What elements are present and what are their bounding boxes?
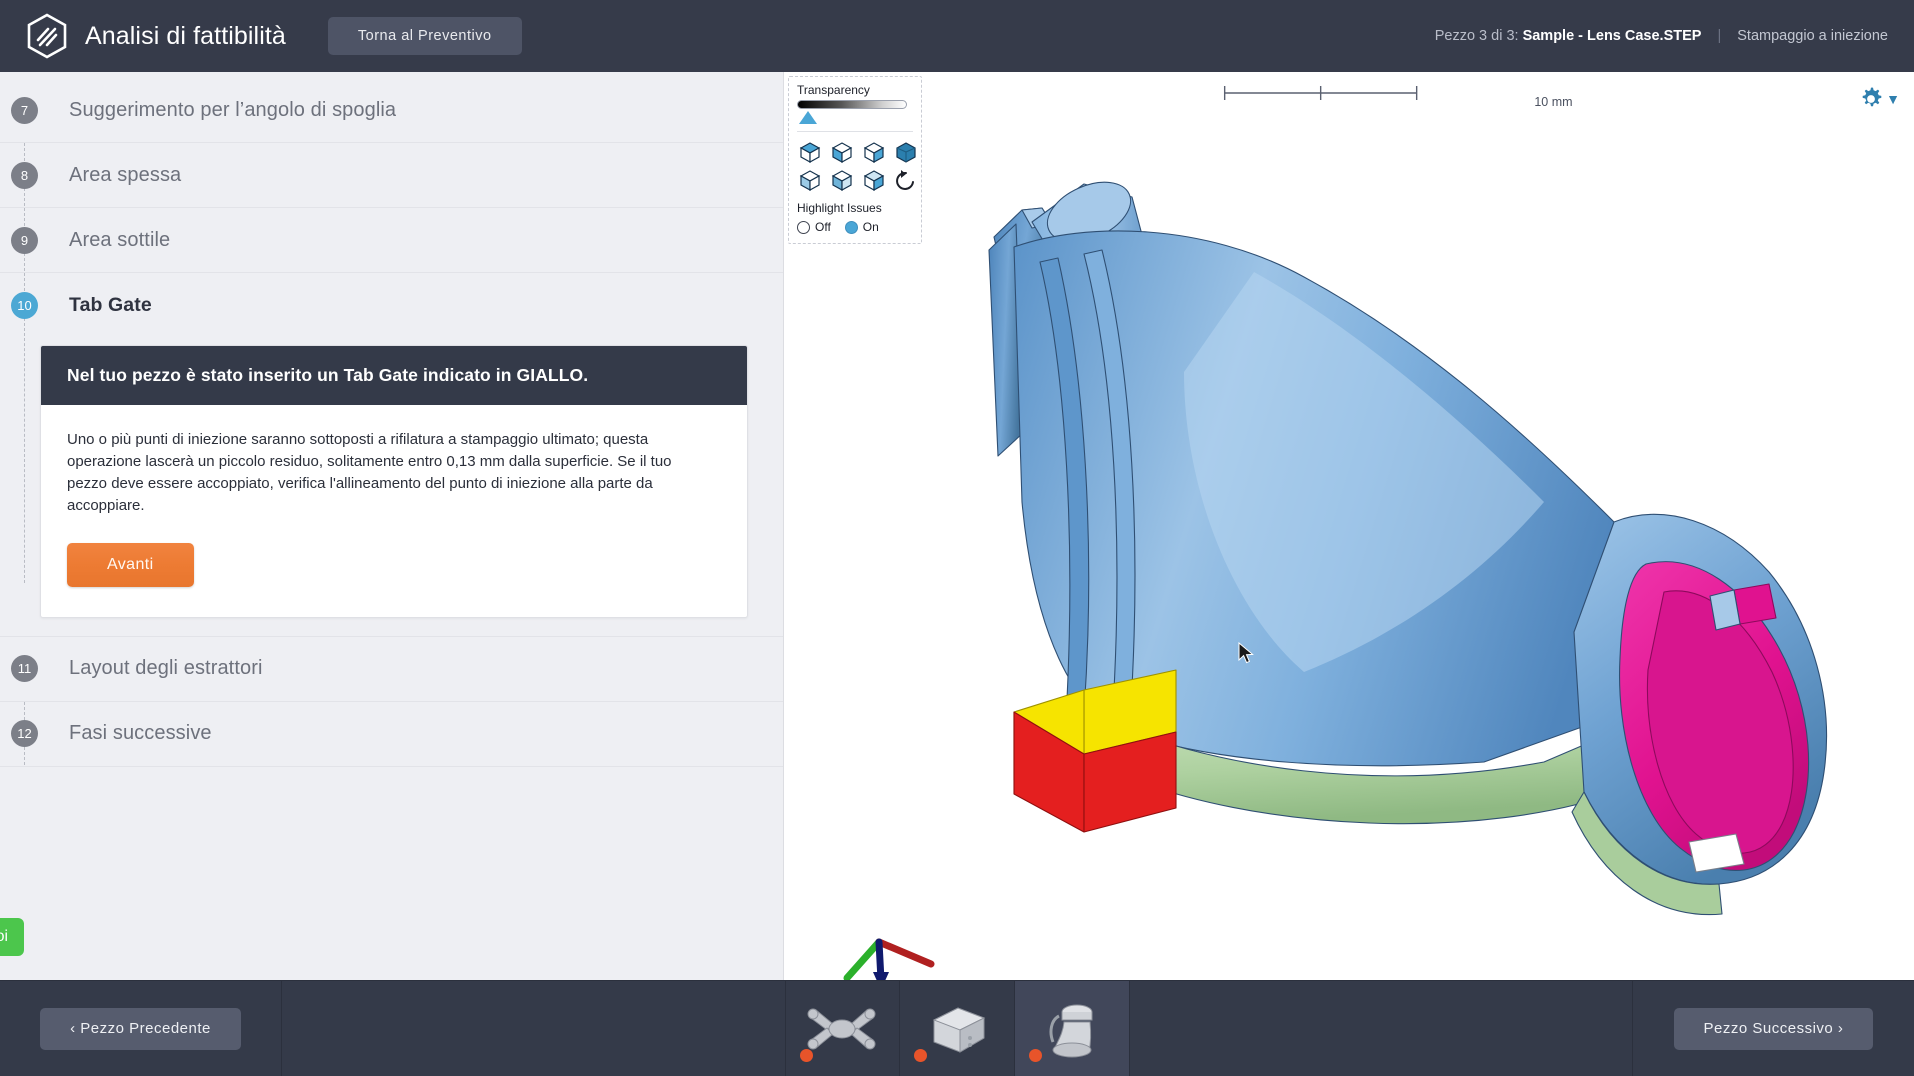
- scale-bar: 10 mm: [1221, 82, 1580, 111]
- reset-view-icon[interactable]: [893, 168, 919, 192]
- avanti-button[interactable]: Avanti: [67, 542, 194, 587]
- status-dot: [799, 1049, 813, 1062]
- status-dot: [913, 1049, 927, 1062]
- transparency-slider[interactable]: [797, 100, 907, 109]
- step-label: Fasi successive: [69, 722, 212, 745]
- steps-sidebar: 7 Suggerimento per l’angolo di spoglia 8…: [0, 72, 783, 980]
- gear-icon[interactable]: [1858, 86, 1884, 112]
- settings-caret-icon[interactable]: ▼: [1886, 92, 1900, 106]
- radio-on-label: On: [862, 220, 879, 234]
- brand: Analisi di fattibilità: [26, 13, 286, 59]
- cube-view-front-icon[interactable]: [829, 140, 855, 164]
- tab-gate-info-card: Nel tuo pezzo è stato inserito un Tab Ga…: [40, 345, 748, 618]
- main-body: 7 Suggerimento per l’angolo di spoglia 8…: [0, 72, 1914, 980]
- app-title: Analisi di fattibilità: [85, 21, 286, 50]
- radio-on-dot: [844, 220, 858, 234]
- cube-view-left-icon[interactable]: [861, 140, 887, 164]
- step-divider: [0, 765, 783, 767]
- view-cube-grid[interactable]: [797, 140, 916, 192]
- cad-model-render[interactable]: [784, 72, 1914, 980]
- step-bullet: 12: [11, 720, 38, 748]
- step-bullet: 9: [11, 226, 38, 254]
- highlight-issues-label: Highlight Issues: [797, 201, 882, 215]
- part-thumbnail-bracket[interactable]: [784, 981, 900, 1076]
- axis-gizmo: [843, 938, 935, 980]
- sidebar-step-12[interactable]: 12 Fasi successive: [0, 702, 783, 766]
- next-part-area: Pezzo Successivo ›: [1632, 981, 1914, 1076]
- panel-divider: [797, 131, 913, 132]
- status-dot: [1028, 1049, 1042, 1062]
- step-bullet: 8: [11, 161, 38, 189]
- previous-part-button[interactable]: ‹ Pezzo Precedente: [40, 1007, 241, 1050]
- chat-widget[interactable]: con noi: [0, 918, 24, 956]
- step-label: Area sottile: [69, 228, 171, 251]
- sidebar-step-11[interactable]: 11 Layout degli estrattori: [0, 637, 783, 701]
- housing-thumbnail-icon: [932, 1006, 985, 1053]
- cube-view-iso-icon[interactable]: [893, 140, 919, 164]
- part-thumbnail-strip: [282, 981, 1632, 1076]
- sidebar-step-8[interactable]: 8 Area spessa: [0, 143, 783, 207]
- prev-part-area: ‹ Pezzo Precedente: [0, 981, 282, 1076]
- part-thumbnail-lenscase[interactable]: [1014, 981, 1130, 1076]
- card-description: Uno o più punti di iniezione saranno sot…: [67, 431, 672, 514]
- cube-view-top-icon[interactable]: [797, 140, 823, 164]
- bracket-thumbnail-icon: [807, 1008, 876, 1049]
- step-bullet: 10: [11, 291, 38, 319]
- radio-off-dot: [797, 220, 810, 234]
- back-to-quote-button[interactable]: Torna al Preventivo: [327, 17, 522, 55]
- cube-view-back-icon[interactable]: [829, 168, 855, 192]
- app-header: Analisi di fattibilità Torna al Preventi…: [0, 0, 1914, 72]
- step-label: Area spessa: [69, 163, 182, 186]
- next-part-button[interactable]: Pezzo Successivo ›: [1673, 1007, 1874, 1050]
- step-label: Tab Gate: [69, 293, 152, 316]
- part-thumbnail-housing[interactable]: [900, 981, 1015, 1076]
- cube-view-right-icon[interactable]: [861, 168, 887, 192]
- hexagon-logo-icon: [27, 13, 67, 59]
- feasibility-analysis-app: Analisi di fattibilità Torna al Preventi…: [0, 0, 1914, 1076]
- header-part-info: Pezzo 3 di 3: Sample - Lens Case.STEP | …: [1435, 28, 1888, 44]
- sidebar-step-9[interactable]: 9 Area sottile: [0, 208, 783, 272]
- viewer-control-panel[interactable]: Transparency Highlight Issues Off On: [788, 76, 922, 244]
- transparency-label: Transparency: [797, 83, 870, 97]
- step-label: Suggerimento per l’angolo di spoglia: [69, 98, 397, 121]
- part-counter-prefix: Pezzo 3 di 3:: [1434, 28, 1519, 44]
- highlight-on-radio[interactable]: On: [844, 220, 879, 234]
- step-connector: [24, 333, 25, 583]
- sidebar-step-10[interactable]: 10 Tab Gate: [0, 273, 783, 337]
- scale-label: 10 mm: [1527, 95, 1580, 109]
- cube-view-bottom-icon[interactable]: [797, 168, 823, 192]
- radio-off-label: Off: [815, 220, 831, 234]
- viewer-settings-button[interactable]: ▼: [1858, 86, 1900, 112]
- card-body: Uno o più punti di iniezione saranno sot…: [41, 405, 747, 617]
- 3d-viewport[interactable]: 10 mm Transparency Highlight Issues Off …: [783, 72, 1914, 980]
- lenscase-thumbnail-icon: [1049, 1004, 1092, 1057]
- step-label: Layout degli estrattori: [69, 657, 263, 680]
- part-filename: Sample - Lens Case.STEP: [1522, 28, 1702, 44]
- highlight-off-radio[interactable]: Off: [797, 220, 831, 234]
- transparency-slider-thumb[interactable]: [799, 111, 817, 124]
- sidebar-step-7[interactable]: 7 Suggerimento per l’angolo di spoglia: [0, 78, 783, 142]
- step-bullet: 7: [11, 96, 38, 124]
- header-separator: |: [1717, 28, 1722, 44]
- bottom-toolbar: ‹ Pezzo Precedente Pezzo Successivo ›: [0, 980, 1914, 1076]
- card-heading: Nel tuo pezzo è stato inserito un Tab Ga…: [41, 346, 747, 405]
- part-counter: Pezzo 3 di 3: Sample - Lens Case.STEP: [1435, 28, 1702, 44]
- process-name: Stampaggio a iniezione: [1737, 28, 1888, 44]
- step-bullet: 11: [11, 655, 38, 683]
- highlight-issues-radio-group[interactable]: Off On: [797, 220, 913, 234]
